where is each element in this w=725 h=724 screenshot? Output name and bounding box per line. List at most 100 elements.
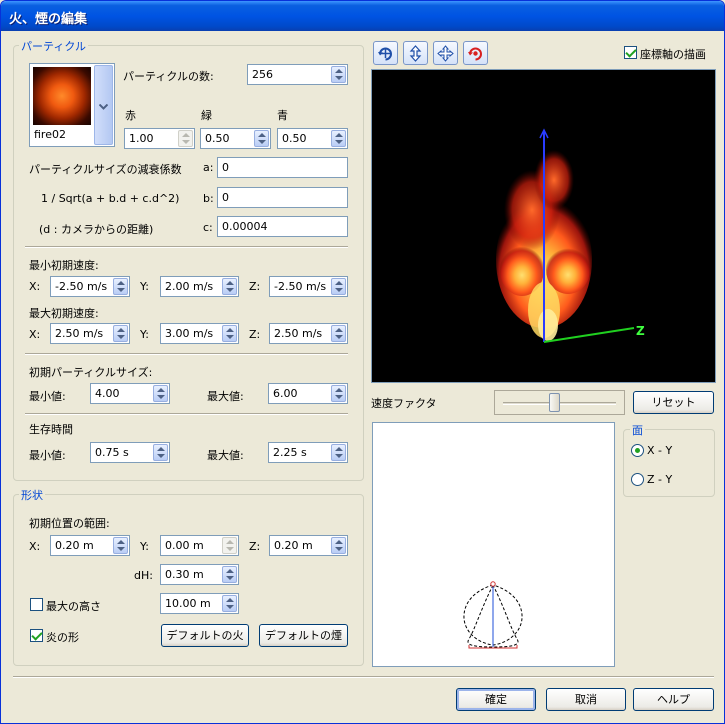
ok-button[interactable]: 確定	[456, 688, 536, 711]
texture-thumbnail	[33, 67, 91, 125]
range-y-stepper[interactable]: 0.00 m	[160, 535, 239, 556]
max-speed-y-value: 3.00 m/s	[165, 327, 214, 340]
red-spin-buttons[interactable]	[178, 130, 193, 147]
max-speed-label: 最大初期速度:	[29, 307, 99, 320]
max-speed-x-spin-buttons[interactable]	[113, 325, 128, 342]
move-cross-button[interactable]	[433, 41, 458, 65]
size-min-spin-buttons[interactable]	[153, 385, 168, 402]
min-speed-x-spin-buttons[interactable]	[113, 278, 128, 295]
top-handle[interactable]	[490, 581, 496, 587]
size-min-stepper[interactable]: 4.00	[90, 383, 170, 404]
rotate-red-button[interactable]	[463, 41, 488, 65]
attenuation-label: パーティクルサイズの減衰係数	[29, 163, 182, 176]
min-speed-y-spin-buttons[interactable]	[222, 278, 237, 295]
plane-xy-radio[interactable]	[631, 444, 644, 457]
lifetime-max-spin-buttons[interactable]	[331, 444, 346, 461]
speed-factor-slider[interactable]	[494, 390, 625, 415]
shape-preview-canvas	[372, 422, 615, 667]
size-max-stepper[interactable]: 6.00	[268, 383, 348, 404]
attenuation-b-input[interactable]: 0	[217, 187, 348, 208]
plane-group	[623, 429, 715, 497]
reset-button[interactable]: リセット	[633, 391, 714, 414]
range-z-stepper[interactable]: 0.20 m	[269, 535, 348, 556]
draw-axes-checkbox[interactable]	[624, 46, 637, 59]
plane-group-label: 面	[630, 422, 645, 438]
cancel-button[interactable]: 取消	[546, 688, 626, 711]
max-height-label[interactable]: 最大の高さ	[46, 598, 101, 614]
max-speed-y-label: Y:	[140, 328, 149, 341]
slider-thumb[interactable]	[548, 393, 560, 412]
z-axis-label: Z	[636, 324, 645, 338]
particle-count-label: パーティクルの数:	[123, 70, 214, 83]
max-speed-x-stepper[interactable]: 2.50 m/s	[50, 323, 130, 344]
draw-axes-label[interactable]: 座標軸の描画	[640, 46, 706, 62]
lifetime-min-value: 0.75 s	[95, 446, 129, 459]
particle-count-stepper[interactable]: 256	[247, 64, 348, 85]
max-height-value: 10.00 m	[165, 597, 211, 610]
dh-spin-buttons[interactable]	[222, 566, 237, 583]
max-height-checkbox[interactable]	[30, 598, 43, 611]
min-speed-z-label: Z:	[249, 280, 261, 293]
plane-xy-label[interactable]: X - Y	[647, 444, 672, 457]
max-height-stepper[interactable]: 10.00 m	[160, 593, 239, 614]
size-max-spin-buttons[interactable]	[331, 385, 346, 402]
texture-name: fire02	[34, 128, 66, 141]
lifetime-max-label: 最大値:	[207, 449, 244, 462]
min-speed-z-stepper[interactable]: -2.50 m/s	[269, 276, 348, 297]
min-speed-y-stepper[interactable]: 2.00 m/s	[160, 276, 239, 297]
default-smoke-button[interactable]: デフォルトの煙	[259, 624, 348, 647]
a-label: a:	[203, 161, 214, 174]
z-axis-line	[543, 327, 635, 343]
max-height-spin-buttons[interactable]	[222, 595, 237, 612]
b-label: b:	[203, 192, 214, 205]
fire-preview-canvas: Z	[496, 128, 645, 343]
texture-selector[interactable]: fire02	[29, 63, 115, 147]
help-button[interactable]: ヘルプ	[633, 688, 714, 711]
blue-value: 0.50	[282, 132, 307, 145]
divider	[25, 413, 348, 415]
range-x-spin-buttons[interactable]	[113, 537, 128, 554]
texture-dropdown-button[interactable]	[94, 65, 113, 145]
formula-label: 1 / Sqrt(a + b.d + c.d^2)	[41, 192, 180, 205]
green-stepper[interactable]: 0.50	[200, 128, 271, 149]
red-stepper[interactable]: 1.00	[124, 128, 195, 149]
attenuation-a-input[interactable]: 0	[217, 157, 348, 178]
lifetime-min-spin-buttons[interactable]	[153, 444, 168, 461]
range-x-stepper[interactable]: 0.20 m	[50, 535, 130, 556]
size-min-value: 4.00	[95, 387, 120, 400]
min-speed-z-value: -2.50 m/s	[274, 280, 327, 293]
default-fire-button[interactable]: デフォルトの火	[161, 624, 249, 647]
attenuation-c-input[interactable]: 0.00004	[217, 216, 348, 237]
blue-spin-buttons[interactable]	[331, 130, 346, 147]
range-y-spin-buttons[interactable]	[222, 537, 237, 554]
plane-zy-label[interactable]: Z - Y	[647, 473, 672, 486]
max-speed-y-spin-buttons[interactable]	[222, 325, 237, 342]
blue-stepper[interactable]: 0.50	[277, 128, 348, 149]
max-speed-x-label: X:	[29, 328, 41, 341]
size-max-value: 6.00	[273, 387, 298, 400]
dh-label: dH:	[134, 569, 153, 582]
min-speed-z-spin-buttons[interactable]	[331, 278, 346, 295]
green-spin-buttons[interactable]	[254, 130, 269, 147]
title-bar[interactable]: 火、煙の編集	[1, 1, 724, 31]
flame-shape-checkbox[interactable]	[30, 629, 43, 642]
min-speed-x-stepper[interactable]: -2.50 m/s	[50, 276, 130, 297]
blue-label: 青	[277, 109, 288, 122]
move-vertical-button[interactable]	[403, 41, 428, 65]
plane-zy-radio[interactable]	[631, 473, 644, 486]
max-speed-z-stepper[interactable]: 2.50 m/s	[269, 323, 348, 344]
divider	[25, 353, 348, 355]
dh-stepper[interactable]: 0.30 m	[160, 564, 239, 585]
range-y-label: Y:	[140, 540, 149, 553]
range-z-spin-buttons[interactable]	[331, 537, 346, 554]
rotate-view-button[interactable]	[373, 41, 398, 65]
flame-outline-diagram	[463, 581, 523, 649]
particle-count-spin-buttons[interactable]	[331, 66, 346, 83]
lifetime-min-stepper[interactable]: 0.75 s	[90, 442, 170, 463]
max-speed-z-spin-buttons[interactable]	[331, 325, 346, 342]
fire-preview-viewport[interactable]: Z	[371, 69, 716, 383]
flame-shape-label[interactable]: 炎の形	[46, 629, 79, 645]
chevron-down-icon	[98, 100, 109, 110]
max-speed-y-stepper[interactable]: 3.00 m/s	[160, 323, 239, 344]
lifetime-max-stepper[interactable]: 2.25 s	[268, 442, 348, 463]
